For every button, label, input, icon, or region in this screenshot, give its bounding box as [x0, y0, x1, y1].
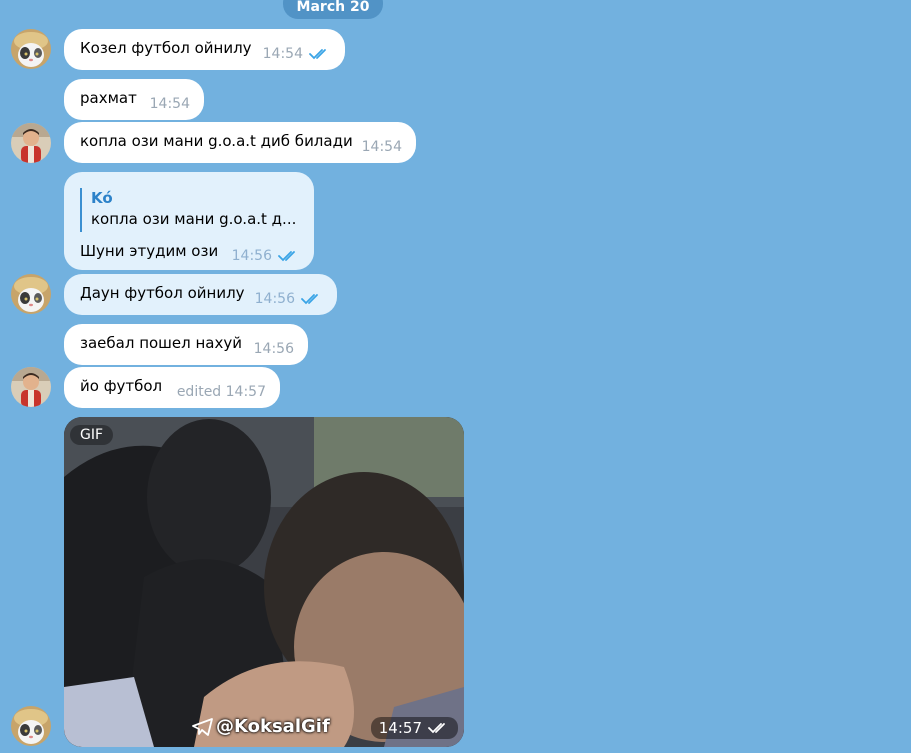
gif-watermark: @KoksalGif — [192, 716, 330, 737]
message-bubble[interactable]: йо футбол edited 14:57 — [64, 367, 280, 408]
message-meta: 14:54 — [150, 96, 190, 112]
message-meta: 14:56 — [232, 248, 300, 264]
message-time: 14:54 — [361, 139, 402, 155]
message-bubble[interactable]: рахмат 14:54 — [64, 79, 204, 120]
read-checks-icon — [301, 294, 318, 305]
message-text: Даун футбол ойнилу — [80, 284, 245, 302]
telegram-plane-icon — [192, 717, 213, 736]
gif-message[interactable]: GIF @KoksalGif 14:57 — [64, 417, 464, 747]
reply-snippet: копла ози мани g.o.a.t д... — [91, 210, 297, 228]
gif-badge: GIF — [70, 425, 114, 445]
avatar-cat[interactable] — [11, 29, 51, 69]
message-bubble[interactable]: Даун футбол ойнилу 14:56 — [64, 274, 337, 315]
gif-meta: 14:57 — [370, 717, 458, 739]
message-time: 14:56 — [253, 341, 294, 357]
message-meta: 14:54 — [263, 46, 331, 62]
gif-frame-image — [64, 417, 464, 747]
message-time: 14:56 — [231, 248, 272, 264]
date-separator: March 20 — [283, 0, 383, 19]
message-bubble[interactable]: заебал пошел нахуй 14:56 — [64, 324, 308, 365]
gif-time: 14:57 — [378, 719, 422, 737]
message-text: йо футбол — [80, 377, 163, 395]
message-time: 14:56 — [254, 291, 295, 307]
message-time: 14:54 — [149, 96, 190, 112]
message-text: Козел футбол ойнилу — [80, 39, 252, 57]
avatar-child[interactable] — [11, 123, 51, 163]
read-checks-icon — [309, 49, 326, 60]
read-checks-icon — [278, 251, 295, 262]
message-text: рахмат — [80, 89, 137, 107]
reply-preview[interactable]: Kó копла ози мани g.o.a.t д... — [80, 188, 296, 232]
chat-history: March 20 Козел футбол ойнилу 14:54 рахма… — [0, 0, 911, 753]
message-bubble[interactable]: копла ози мани g.o.a.t диб билади 14:54 — [64, 122, 416, 163]
message-meta: edited 14:57 — [177, 384, 266, 400]
message-meta: 14:54 — [362, 139, 402, 155]
message-meta: 14:56 — [254, 341, 294, 357]
message-text: Шуни этудим ози — [80, 242, 219, 260]
read-checks-icon — [428, 723, 445, 734]
message-bubble-reply[interactable]: Kó копла ози мани g.o.a.t д... Шуни этуд… — [64, 172, 314, 270]
message-bubble[interactable]: Козел футбол ойнилу 14:54 — [64, 29, 345, 70]
avatar-cat[interactable] — [11, 274, 51, 314]
message-meta: 14:56 — [255, 291, 323, 307]
message-time: edited 14:57 — [176, 384, 266, 400]
message-time: 14:54 — [262, 46, 303, 62]
message-text: копла ози мани g.o.a.t диб билади — [80, 132, 353, 150]
avatar-child[interactable] — [11, 367, 51, 407]
reply-author: Kó — [91, 189, 113, 207]
avatar-cat[interactable] — [11, 706, 51, 746]
gif-watermark-text: @KoksalGif — [216, 716, 330, 737]
message-text: заебал пошел нахуй — [80, 334, 242, 352]
